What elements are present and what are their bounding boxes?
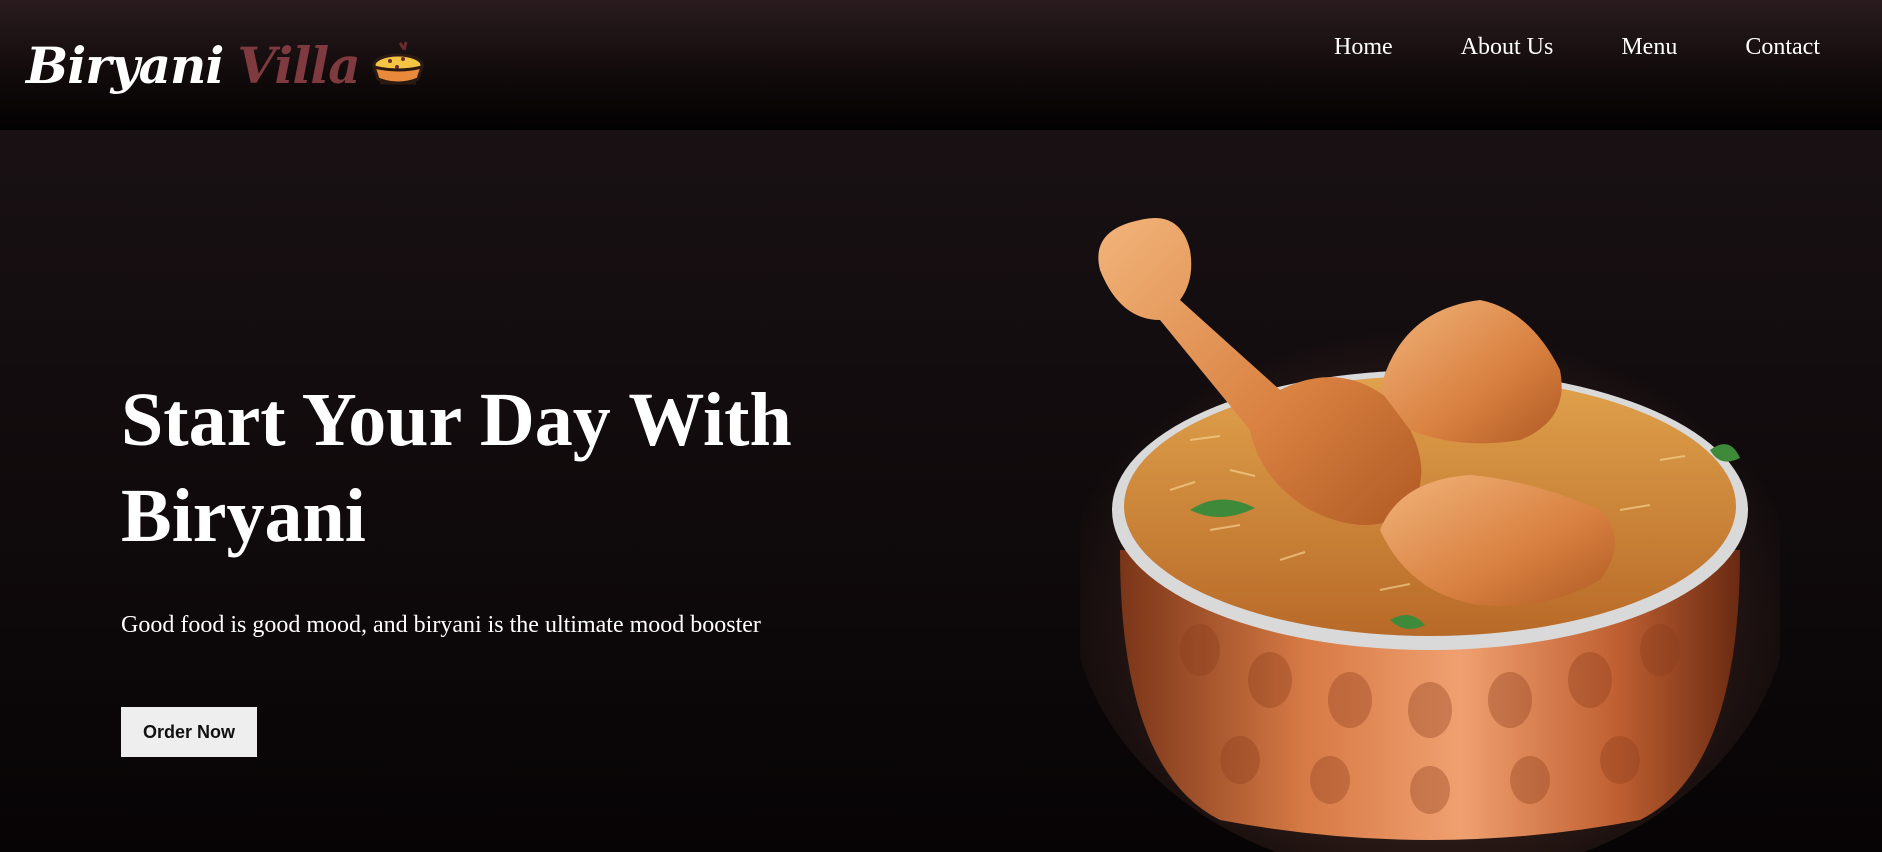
biryani-bowl-icon [371, 41, 424, 85]
order-now-button[interactable]: Order Now [121, 707, 257, 757]
brand-logo[interactable]: Biryani Villa [26, 26, 426, 106]
nav-contact[interactable]: Contact [1745, 34, 1820, 61]
navbar: Biryani Villa Home About Us Menu Contact [0, 0, 1882, 130]
nav-about-us[interactable]: About Us [1461, 34, 1554, 61]
biryani-pot-illustration [1080, 218, 1780, 852]
nav-menu[interactable]: Menu [1621, 34, 1677, 61]
brand-name-part1: Biryani [26, 36, 224, 95]
brand-name-part2: Villa [237, 36, 360, 95]
hero-subtitle: Good food is good mood, and biryani is t… [121, 612, 761, 638]
nav-home[interactable]: Home [1334, 34, 1393, 61]
hero-title: Start Your Day With Biryani [121, 378, 792, 558]
main-nav: Home About Us Menu Contact [1334, 34, 1820, 61]
